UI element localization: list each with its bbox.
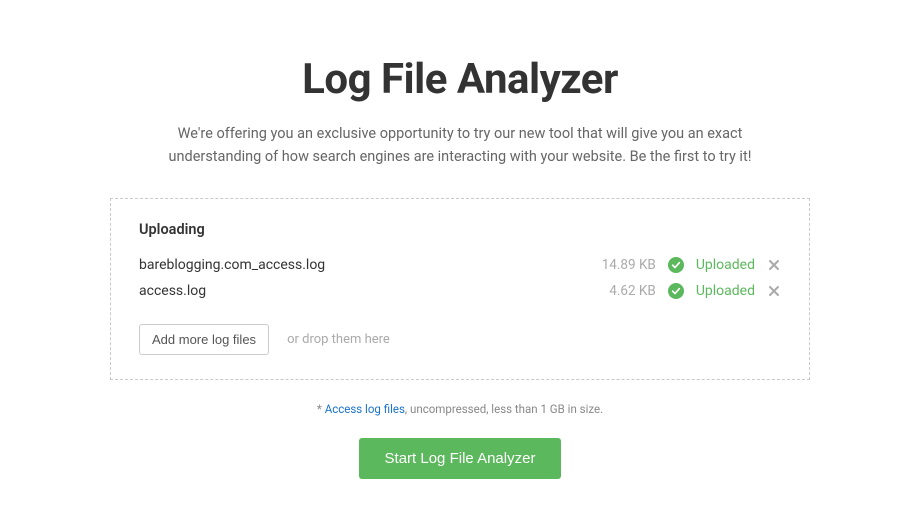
status-badge: Uploaded: [696, 257, 755, 273]
footnote-suffix: , uncompressed, less than 1 GB in size.: [405, 402, 603, 416]
drop-hint: or drop them here: [287, 332, 390, 347]
add-more-files-button[interactable]: Add more log files: [139, 324, 269, 355]
file-size: 14.89 KB: [602, 257, 656, 273]
check-circle-icon: [668, 283, 684, 299]
access-log-files-link[interactable]: Access log files: [325, 402, 405, 416]
file-row: access.log 4.62 KB Uploaded: [139, 278, 781, 304]
file-size: 4.62 KB: [609, 283, 656, 299]
file-row: bareblogging.com_access.log 14.89 KB Upl…: [139, 252, 781, 278]
remove-file-button[interactable]: [767, 284, 781, 298]
start-analyzer-button[interactable]: Start Log File Analyzer: [359, 438, 562, 479]
remove-file-button[interactable]: [767, 258, 781, 272]
page-subtitle: We're offering you an exclusive opportun…: [110, 122, 810, 168]
check-circle-icon: [668, 257, 684, 273]
file-name: access.log: [139, 283, 609, 299]
file-name: bareblogging.com_access.log: [139, 257, 602, 273]
upload-dropzone[interactable]: Uploading bareblogging.com_access.log 14…: [110, 198, 810, 380]
uploading-label: Uploading: [139, 221, 781, 238]
status-badge: Uploaded: [696, 283, 755, 299]
footnote-prefix: *: [317, 402, 325, 416]
page-title: Log File Analyzer: [110, 55, 810, 104]
footnote: * Access log files, uncompressed, less t…: [110, 402, 810, 416]
